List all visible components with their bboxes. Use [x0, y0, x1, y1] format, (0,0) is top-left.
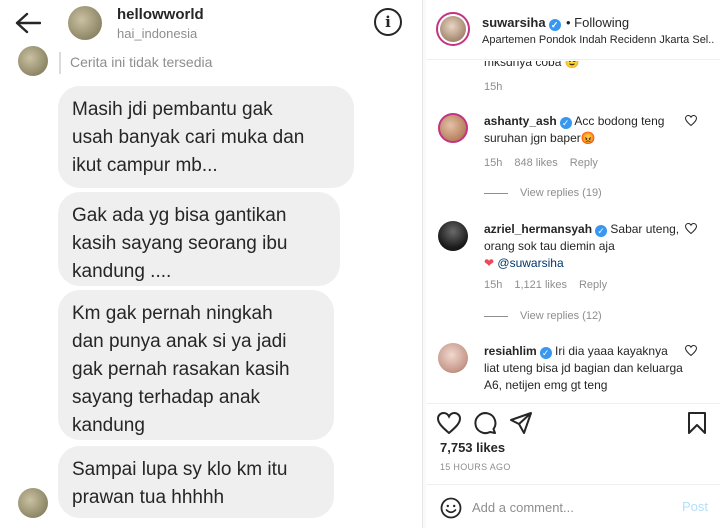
- comment-meta: 15h 1,121 likes Reply: [484, 279, 619, 291]
- comment-body: resiahlim ✓ Iri dia yaaa kayaknya liat ut…: [484, 343, 684, 394]
- post-panel: suwarsiha ✓ • Following Apartemen Pondok …: [426, 0, 720, 528]
- comment-username[interactable]: resiahlim: [484, 344, 537, 358]
- comment-meta: 15h 848 likes Reply: [484, 157, 610, 169]
- previous-comment-time: 15h: [484, 81, 503, 93]
- mention-link[interactable]: @suwarsiha: [497, 256, 563, 270]
- avatar: [18, 46, 48, 76]
- avatar[interactable]: [68, 6, 102, 40]
- post-username-text[interactable]: suwarsiha: [482, 15, 546, 30]
- following-label[interactable]: • Following: [566, 15, 629, 30]
- heart-icon[interactable]: [684, 221, 698, 235]
- message-bubble[interactable]: Km gak pernah ningkah dan punya anak si …: [58, 290, 334, 440]
- message-bubble[interactable]: Masih jdi pembantu gak usah banyak cari …: [58, 86, 354, 188]
- previous-comment-text: mksdnya coba 😉: [484, 61, 580, 69]
- post-header: suwarsiha ✓ • Following Apartemen Pondok …: [426, 0, 720, 60]
- avatar[interactable]: [436, 12, 470, 46]
- verified-badge-icon: ✓: [548, 19, 561, 31]
- view-replies-text[interactable]: View replies (12): [520, 310, 602, 322]
- view-replies-text[interactable]: View replies (19): [520, 187, 602, 199]
- dm-header: hellowworld hai_indonesia i: [0, 0, 422, 48]
- verified-badge-icon: ✓: [539, 347, 552, 359]
- comment-time: 15h: [484, 157, 503, 169]
- bookmark-icon[interactable]: [684, 410, 710, 436]
- verified-badge-icon: ✓: [595, 225, 608, 237]
- comments-list[interactable]: mksdnya coba 😉 15h ashanty_ash ✓ Acc bodo…: [426, 61, 720, 403]
- story-reply-row: Cerita ini tidak tersedia: [0, 46, 422, 76]
- replies-line: [484, 315, 508, 317]
- replies-line: [484, 192, 508, 194]
- reply-link[interactable]: Reply: [570, 157, 598, 169]
- post-actions: [426, 403, 720, 437]
- comment-body: ashanty_ash ✓ Acc bodong teng suruhan jgn…: [484, 113, 684, 147]
- comment-body: azriel_hermansyah ✓ Sabar uteng, orang so…: [484, 221, 684, 272]
- emoji-icon[interactable]: [440, 497, 462, 519]
- heart-icon[interactable]: [684, 343, 698, 357]
- post-comment-button[interactable]: Post: [682, 499, 708, 514]
- post-location[interactable]: Apartemen Pondok Indah Recidenn Jkarta S…: [482, 34, 714, 46]
- avatar[interactable]: [438, 221, 468, 251]
- dm-panel: hellowworld hai_indonesia i Cerita ini t…: [0, 0, 422, 528]
- story-bar: [59, 52, 61, 74]
- comment-username[interactable]: ashanty_ash: [484, 114, 557, 128]
- comment-time: 15h: [484, 279, 503, 291]
- verified-badge-icon: ✓: [559, 117, 572, 129]
- message-bubble[interactable]: Gak ada yg bisa gantikan kasih sayang se…: [58, 192, 340, 286]
- like-heart-icon[interactable]: [436, 410, 462, 436]
- info-icon[interactable]: i: [374, 8, 402, 36]
- dm-username[interactable]: hellowworld: [117, 6, 204, 23]
- back-arrow-icon[interactable]: [12, 8, 44, 38]
- comment-username[interactable]: azriel_hermansyah: [484, 222, 592, 236]
- comment-likes[interactable]: 1,121 likes: [514, 279, 567, 291]
- comment-likes[interactable]: 848 likes: [514, 157, 557, 169]
- reply-link[interactable]: Reply: [579, 279, 607, 291]
- view-replies-link[interactable]: View replies (19): [484, 187, 602, 199]
- view-replies-link[interactable]: View replies (12): [484, 310, 602, 322]
- message-bubble[interactable]: Sampai lupa sy klo km itu prawan tua hhh…: [58, 446, 334, 518]
- dm-subtitle: hai_indonesia: [117, 26, 198, 41]
- add-comment-bar: Post: [426, 484, 720, 528]
- heart-emoji: ❤: [484, 256, 495, 270]
- heart-icon[interactable]: [684, 113, 698, 127]
- post-username[interactable]: suwarsiha ✓: [482, 15, 561, 31]
- comment-input[interactable]: [472, 495, 668, 519]
- avatar[interactable]: [438, 343, 468, 373]
- comment-bubble-icon[interactable]: [472, 410, 498, 436]
- post-time-ago: 15 HOURS AGO: [440, 462, 511, 472]
- avatar[interactable]: [438, 113, 468, 143]
- story-unavailable-text: Cerita ini tidak tersedia: [70, 54, 213, 70]
- likes-count[interactable]: 7,753 likes: [440, 440, 505, 455]
- avatar: [18, 488, 48, 518]
- share-paper-plane-icon[interactable]: [508, 410, 534, 436]
